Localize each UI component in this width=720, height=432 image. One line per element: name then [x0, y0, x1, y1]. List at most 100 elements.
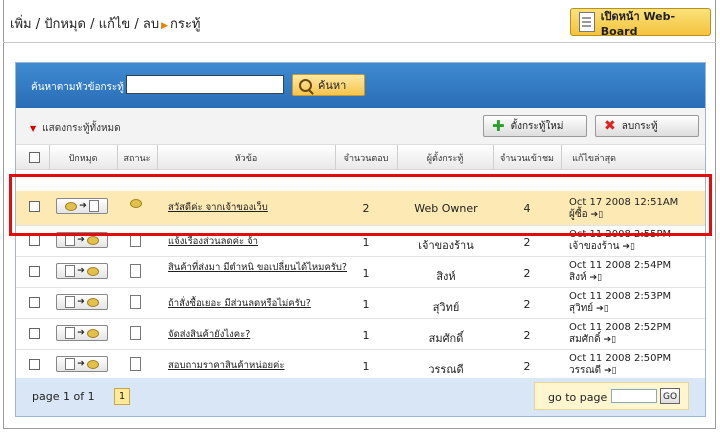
- pin-toggle-button[interactable]: ➔: [56, 356, 108, 372]
- search-label: ค้นหาตามหัวข้อกระทู้: [31, 82, 124, 93]
- breadcrumb-arrow-icon: ▶: [161, 21, 169, 31]
- goto-page-input[interactable]: [611, 389, 657, 403]
- row-checkbox[interactable]: [29, 297, 40, 308]
- last-edit: Oct 11 2008 2:50PM วรรณดี ➔▯: [569, 353, 671, 377]
- last-edit-user: สิงห์: [569, 272, 587, 283]
- view-count: 2: [523, 236, 531, 249]
- reply-count: 1: [362, 236, 370, 249]
- pagination-bar: page 1 of 1 1 go to page GO: [16, 378, 705, 416]
- view-count: 2: [523, 298, 531, 311]
- new-topic-label: ตั้งกระทู้ใหม่: [510, 120, 564, 132]
- go-to-post-icon[interactable]: ➔▯: [604, 335, 617, 345]
- col-pin: ปักหมุด: [68, 154, 98, 164]
- last-edit-user: สุวิทย์: [569, 303, 594, 314]
- last-edit-date: Oct 11 2008 2:52PM: [569, 322, 672, 333]
- goto-button[interactable]: GO: [660, 388, 680, 404]
- col-last: แก้ไขล่าสุด: [572, 154, 616, 164]
- toolbar: ▼ แสดงกระทู้ทั้งหมด ✚ ตั้งกระทู้ใหม่ ✖ ลบ…: [16, 108, 705, 145]
- search-button[interactable]: ค้นหา: [292, 74, 365, 96]
- select-all-checkbox[interactable]: [29, 152, 40, 163]
- pin-icon: [86, 266, 99, 276]
- delete-topic-button[interactable]: ✖ ลบกระทู้: [595, 115, 699, 137]
- row-checkbox[interactable]: [29, 359, 40, 370]
- reply-count: 1: [362, 329, 370, 342]
- document-status-icon: [130, 295, 141, 309]
- topic-subject-link[interactable]: สอบถามราคาสินค้าหน่อยค่ะ: [168, 360, 348, 372]
- search-button-label: ค้นหา: [318, 79, 347, 92]
- pin-toggle-button[interactable]: ➔: [56, 294, 108, 310]
- notepad-icon: [579, 12, 595, 32]
- last-edit-user: สมศักดิ์: [569, 334, 601, 345]
- open-webboard-label: เปิดหน้า Web-Board: [600, 9, 676, 38]
- search-bar: ค้นหาตามหัวข้อกระทู้ ค้นหา: [16, 63, 705, 108]
- go-to-post-icon[interactable]: ➔▯: [622, 242, 635, 252]
- col-author: ผู้ตั้งกระทู้: [426, 154, 464, 164]
- col-replies: จำนวนตอบ: [343, 154, 389, 164]
- document-status-icon: [130, 326, 141, 340]
- new-topic-button[interactable]: ✚ ตั้งกระทู้ใหม่: [483, 115, 587, 137]
- table-row[interactable]: ➔ สินค้าที่ส่งมา มีตำหนิ ขอเปลี่ยนได้ไหม…: [16, 256, 705, 288]
- highlight-annotation-box: [9, 174, 712, 236]
- topic-subject-link[interactable]: ถ้าสั่งซื้อเยอะ มีส่วนลดหรือไม่ครับ?: [168, 298, 348, 310]
- goto-label: go to page: [548, 391, 608, 404]
- table-row[interactable]: ➔ ถ้าสั่งซื้อเยอะ มีส่วนลดหรือไม่ครับ? 1…: [16, 287, 705, 319]
- table-row[interactable]: ➔ สอบถามราคาสินค้าหน่อยค่ะ 1 วรรณดี 2 Oc…: [16, 349, 705, 381]
- breadcrumb: เพิ่ม / ปักหมุด / แก้ไข / ลบ ▶ กระทู้: [10, 13, 200, 34]
- row-checkbox[interactable]: [29, 235, 40, 246]
- arrow-icon: ➔: [77, 235, 85, 245]
- topic-subject-link[interactable]: แจ้งเรื่องส่วนลดค่ะ จ้า: [168, 236, 348, 248]
- pin-toggle-button[interactable]: ➔: [56, 325, 108, 341]
- col-views: จำนวนเข้าชม: [499, 154, 554, 164]
- last-edit-user: เจ้าของร้าน: [569, 241, 620, 252]
- document-status-icon: [130, 357, 141, 371]
- topic-author: สิงห์: [436, 270, 456, 283]
- view-count: 2: [523, 329, 531, 342]
- reply-count: 1: [362, 267, 370, 280]
- go-to-post-icon[interactable]: ➔▯: [596, 304, 609, 314]
- view-count: 2: [523, 267, 531, 280]
- last-edit: Oct 11 2008 2:52PM สมศักดิ์ ➔▯: [569, 322, 671, 346]
- arrow-icon: ➔: [77, 297, 85, 307]
- goto-page-box: go to page GO: [534, 382, 689, 410]
- topic-author: สุวิทย์: [432, 301, 460, 314]
- last-edit-user: วรรณดี: [569, 365, 602, 376]
- pin-icon: [86, 359, 99, 369]
- document-icon: [65, 265, 76, 277]
- show-all-toggle[interactable]: ▼ แสดงกระทู้ทั้งหมด: [30, 121, 121, 136]
- document-icon: [65, 327, 76, 339]
- search-icon: [299, 78, 312, 92]
- last-edit-date: Oct 11 2008 2:50PM: [569, 353, 672, 364]
- delete-topic-label: ลบกระทู้: [621, 120, 658, 132]
- topic-author: วรรณดี: [428, 363, 464, 376]
- row-checkbox[interactable]: [29, 328, 40, 339]
- page-info: page 1 of 1: [32, 390, 95, 403]
- pin-toggle-button[interactable]: ➔: [56, 263, 108, 279]
- breadcrumb-path: เพิ่ม / ปักหมุด / แก้ไข / ลบ: [10, 17, 160, 32]
- col-status: สถานะ: [123, 154, 151, 164]
- document-status-icon: [130, 264, 141, 278]
- last-edit-date: Oct 11 2008 2:53PM: [569, 291, 672, 302]
- pin-icon: [86, 297, 99, 307]
- topic-subject-link[interactable]: สินค้าที่ส่งมา มีตำหนิ ขอเปลี่ยนได้ไหมคร…: [168, 262, 348, 274]
- go-to-post-icon[interactable]: ➔▯: [590, 273, 603, 283]
- search-input[interactable]: [126, 75, 284, 94]
- table-row[interactable]: ➔ จัดส่งสินค้ายังไงคะ? 1 สมศักดิ์ 2 Oct …: [16, 318, 705, 350]
- go-to-post-icon[interactable]: ➔▯: [604, 366, 617, 376]
- pin-icon: [86, 235, 99, 245]
- topic-subject-link[interactable]: จัดส่งสินค้ายังไงคะ?: [168, 329, 348, 341]
- topic-author: เจ้าของร้าน: [418, 239, 474, 252]
- open-webboard-button[interactable]: เปิดหน้า Web-Board: [570, 8, 711, 38]
- delete-icon: ✖: [604, 118, 616, 134]
- topic-panel: ค้นหาตามหัวข้อกระทู้ ค้นหา ▼ แสดงกระทู้ทั…: [15, 62, 706, 417]
- reply-count: 1: [362, 360, 370, 373]
- reply-count: 1: [362, 298, 370, 311]
- page-link-1[interactable]: 1: [114, 388, 130, 405]
- last-edit-date: Oct 11 2008 2:54PM: [569, 260, 672, 271]
- row-checkbox[interactable]: [29, 266, 40, 277]
- last-edit: Oct 11 2008 2:53PM สุวิทย์ ➔▯: [569, 291, 671, 315]
- view-count: 2: [523, 360, 531, 373]
- topic-author: สมศักดิ์: [428, 332, 464, 345]
- plus-icon: ✚: [492, 117, 505, 135]
- arrow-icon: ➔: [77, 328, 85, 338]
- document-icon: [65, 358, 76, 370]
